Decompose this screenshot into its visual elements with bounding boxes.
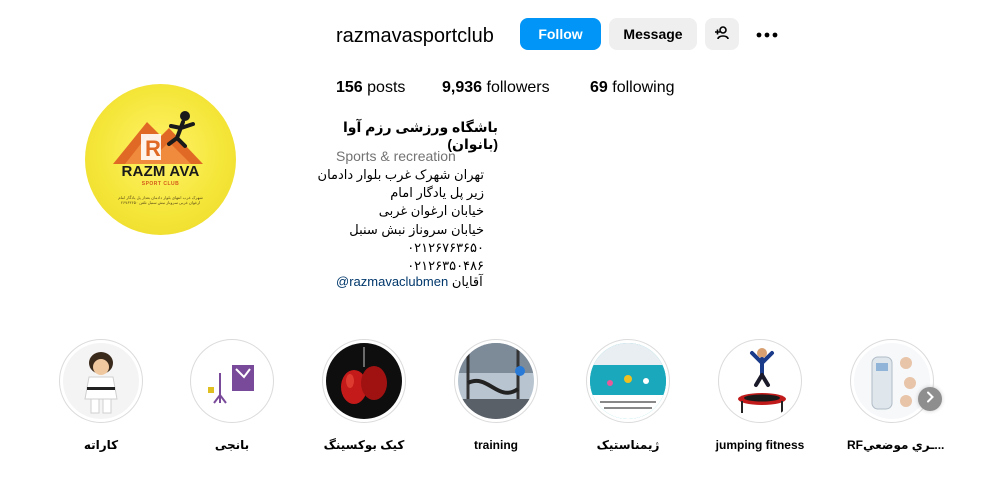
mention-link[interactable]: @razmavaclubmen <box>336 274 448 289</box>
training-gym-image <box>458 343 534 419</box>
highlight-item[interactable]: کیک بوکسینگ <box>319 339 409 453</box>
follow-button[interactable]: Follow <box>520 18 601 50</box>
highlight-label: ژیمناستیک <box>596 438 660 452</box>
highlight-ring <box>190 339 274 423</box>
profile-avatar[interactable]: R RAZM AVA SPORT CLUB شهرک غرب انتهای بل… <box>85 84 236 235</box>
logo-address: شهرک غرب انتهای بلوار دادمان بعداز پل یا… <box>118 195 203 205</box>
followers-label: followers <box>482 79 550 96</box>
profile-bio-address: تهران شهرک غرب بلوار دادمان زیر پل یادگا… <box>317 166 484 275</box>
karate-doll-image <box>63 343 139 419</box>
logo-subtitle: SPORT CLUB <box>141 181 180 187</box>
club-logo-graphic: R <box>113 111 203 164</box>
bungee-poster-image <box>194 343 270 419</box>
followers-link[interactable]: 9,936 followers <box>442 79 550 97</box>
bio-mention-line: @razmavaclubmen آقایان <box>336 274 483 290</box>
bio-phone: ۰۲۱۲۶۳۵۰۴۸۶ <box>407 258 484 274</box>
highlight-item[interactable]: ژیمناستیک <box>583 339 673 453</box>
highlight-ring <box>322 339 406 423</box>
logo-title: RAZM AVA <box>121 163 200 180</box>
highlight-ring <box>59 339 143 423</box>
highlight-label: RFـري موضعي... <box>847 438 945 452</box>
highlight-label: jumping fitness <box>715 438 805 452</box>
more-options-button[interactable] <box>753 22 781 46</box>
rf-device-image <box>854 343 930 419</box>
posts-number: 156 <box>336 79 363 96</box>
message-button[interactable]: Message <box>609 18 697 50</box>
highlight-label: کاراته <box>83 438 119 452</box>
highlight-item[interactable]: jumping fitness <box>715 339 805 453</box>
following-number: 69 <box>590 79 608 96</box>
suggested-accounts-button[interactable] <box>705 18 739 50</box>
bio-line: خیابان سروناز نبش سنبل <box>349 221 484 237</box>
highlight-ring <box>718 339 802 423</box>
highlights-next-button[interactable] <box>918 387 942 411</box>
gymnastics-image <box>590 343 666 419</box>
highlight-ring <box>454 339 538 423</box>
followers-number: 9,936 <box>442 79 483 96</box>
following-label: following <box>607 79 675 96</box>
posts-label: posts <box>362 79 406 96</box>
bio-line: خیابان ارغوان غربی <box>378 203 484 219</box>
bio-phone: ۰۲۱۲۶۷۶۳۶۵۰ <box>407 239 484 255</box>
chevron-right-icon <box>925 390 935 408</box>
highlight-label: کیک بوکسینگ <box>323 438 405 452</box>
add-person-icon <box>714 25 730 44</box>
mention-prefix: آقایان <box>451 274 483 289</box>
highlight-item[interactable]: بانجی <box>187 339 277 453</box>
profile-username: razmavasportclub <box>336 25 494 47</box>
boxing-gloves-image <box>326 343 402 419</box>
highlight-ring <box>850 339 934 423</box>
posts-count: 156 posts <box>336 79 405 97</box>
highlight-label: training <box>474 438 518 452</box>
bio-line: تهران شهرک غرب بلوار دادمان <box>317 167 484 182</box>
highlight-item[interactable]: training <box>451 339 541 453</box>
highlight-item[interactable]: کاراته <box>56 339 146 453</box>
more-options-icon <box>756 25 778 43</box>
svg-text:R: R <box>145 136 161 161</box>
trampoline-image <box>722 343 798 419</box>
bio-line: زیر پل یادگار امام <box>390 185 484 201</box>
following-link[interactable]: 69 following <box>590 79 675 97</box>
highlight-ring <box>586 339 670 423</box>
highlight-label: بانجی <box>214 438 250 452</box>
profile-category: Sports & recreation <box>336 148 456 164</box>
